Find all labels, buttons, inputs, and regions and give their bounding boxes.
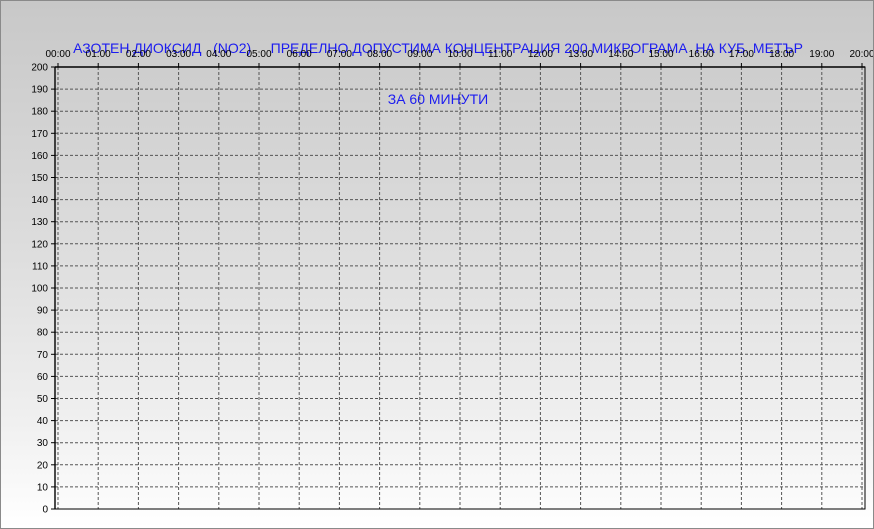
x-tick-label: 13:00 [568, 49, 593, 60]
y-tick-label: 190 [31, 85, 48, 96]
y-tick-label: 90 [37, 306, 49, 317]
y-tick-label: 110 [32, 261, 48, 272]
chart-window: АЗОТЕН ДИОКСИД (NO2) ПРЕДЕЛНО ДОПУСТИМА … [0, 0, 874, 529]
x-tick-label: 20:00 [849, 49, 874, 60]
x-tick-label: 01:00 [86, 49, 111, 60]
chart-canvas: 0 10 20 30 40 50 60 70 80 90 100 110 120 130 140 150 160… [31, 49, 874, 516]
x-tick-label: 04:00 [206, 49, 231, 60]
y-tick-label: 140 [31, 195, 48, 206]
y-tick-label: 40 [37, 416, 49, 427]
x-tick-label: 14:00 [608, 49, 633, 60]
y-tick-label: 60 [37, 372, 49, 383]
y-tick-label: 160 [31, 151, 48, 162]
y-tick-label: 170 [31, 129, 48, 140]
x-tick-label: 05:00 [246, 49, 271, 60]
x-tick-label: 15:00 [648, 49, 673, 60]
x-tick-label: 17:00 [729, 49, 754, 60]
y-tick-label: 20 [37, 460, 49, 471]
x-tick-label: 03:00 [166, 49, 191, 60]
y-tick-label: 30 [37, 438, 49, 449]
y-tick-label: 200 [31, 63, 48, 74]
x-tick-label: 02:00 [126, 49, 151, 60]
y-tick-label: 150 [31, 173, 48, 184]
x-tick-label: 06:00 [287, 49, 312, 60]
y-tick-label: 50 [37, 394, 49, 405]
x-tick-label: 09:00 [407, 49, 432, 60]
y-tick-label: 0 [42, 505, 48, 516]
x-tick-label: 10:00 [447, 49, 472, 60]
x-tick-label: 12:00 [528, 49, 553, 60]
x-tick-label: 18:00 [769, 49, 794, 60]
x-tick-label: 00:00 [45, 49, 70, 60]
y-tick-label: 10 [37, 482, 49, 493]
x-tick-label: 16:00 [689, 49, 714, 60]
y-tick-label: 80 [37, 328, 49, 339]
x-tick-label: 07:00 [327, 49, 352, 60]
x-tick-label: 08:00 [367, 49, 392, 60]
y-tick-label: 180 [31, 107, 48, 118]
y-tick-label: 130 [31, 217, 48, 228]
x-tick-label: 11:00 [488, 49, 513, 60]
y-tick-label: 100 [31, 284, 48, 295]
x-tick-label: 19:00 [809, 49, 834, 60]
y-tick-label: 120 [31, 239, 48, 250]
y-tick-label: 70 [37, 350, 49, 361]
